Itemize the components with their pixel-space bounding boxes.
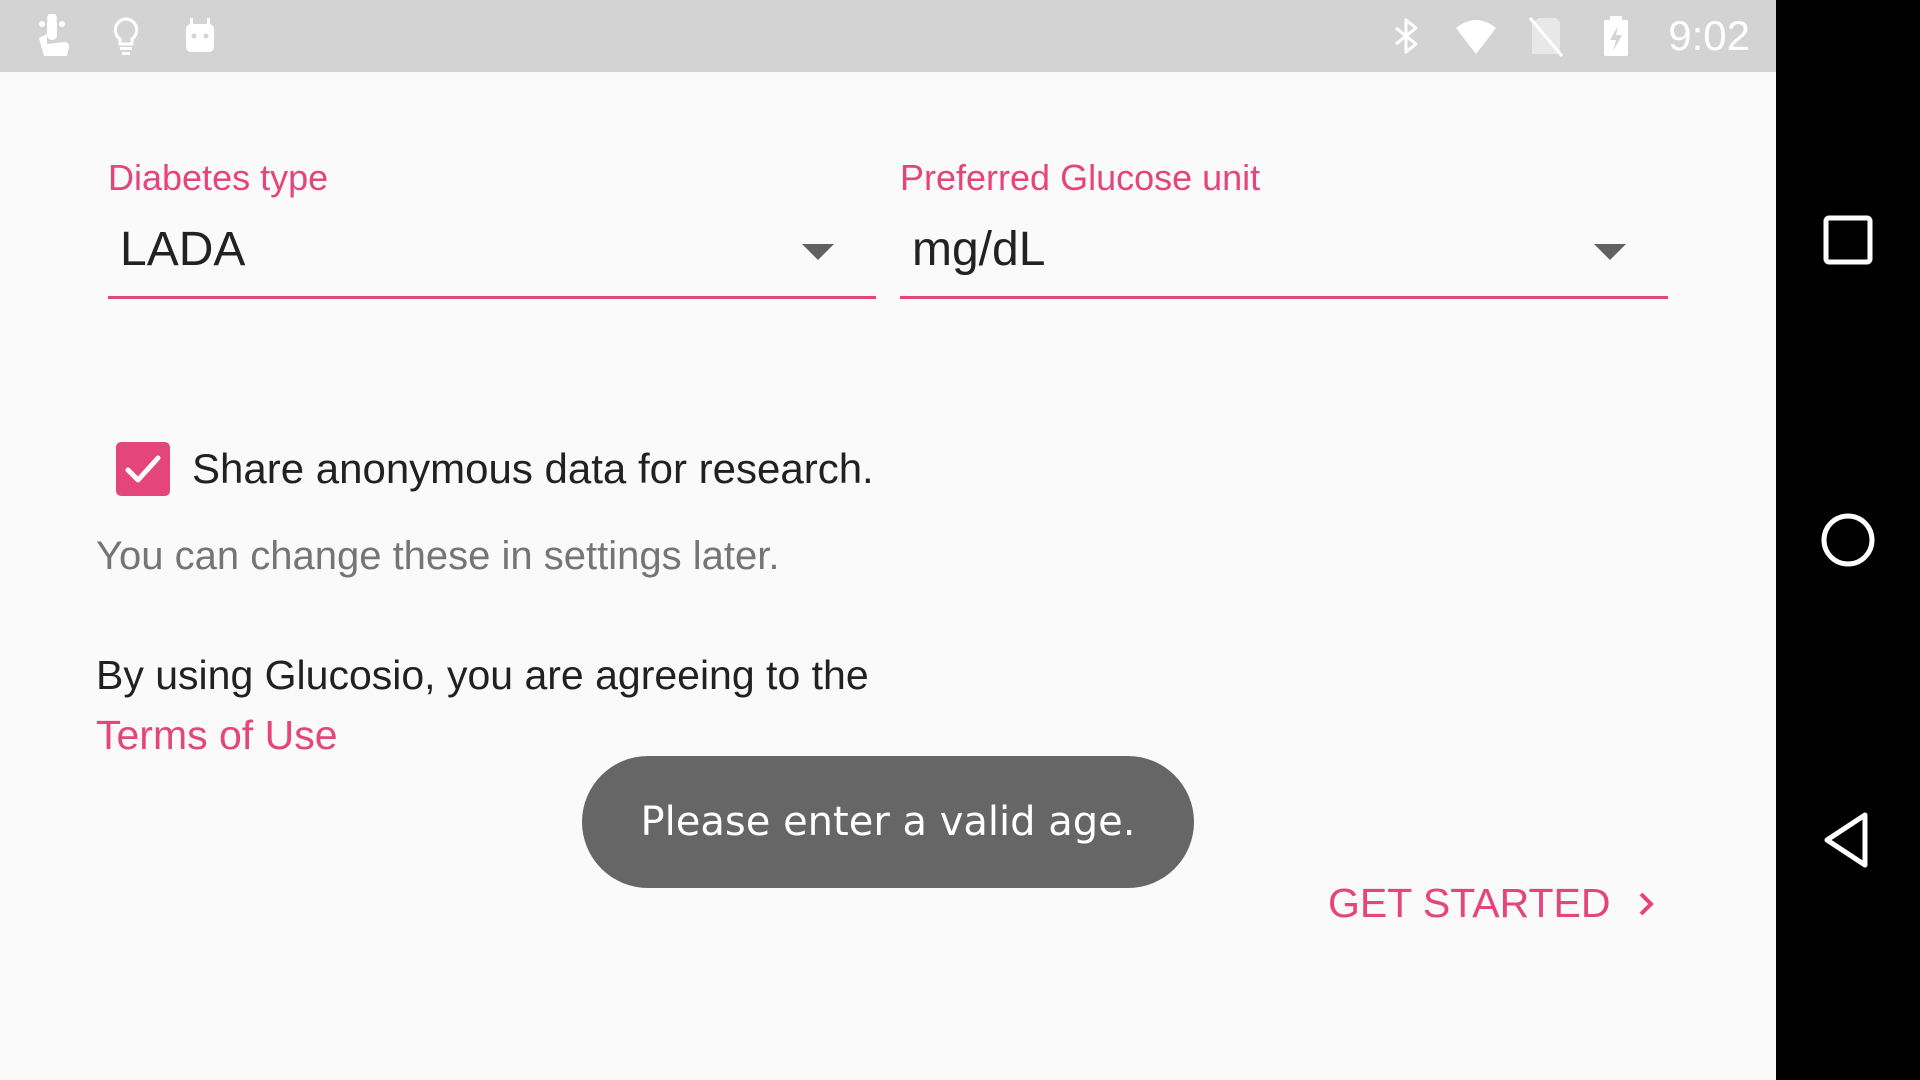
recents-icon bbox=[1823, 215, 1873, 265]
terms-of-use-link[interactable]: Terms of Use bbox=[96, 712, 338, 759]
diabetes-type-spinner[interactable]: LADA bbox=[108, 220, 876, 299]
navigation-bar bbox=[1776, 0, 1920, 1080]
get-started-button[interactable]: GET STARTED bbox=[1328, 880, 1661, 927]
share-data-row[interactable]: Share anonymous data for research. bbox=[116, 442, 874, 496]
touch-icon bbox=[30, 14, 74, 58]
share-data-checkbox[interactable] bbox=[116, 442, 170, 496]
glucose-unit-group: Preferred Glucose unit mg/dL bbox=[900, 154, 1668, 299]
back-icon bbox=[1824, 812, 1868, 868]
settings-hint: You can change these in settings later. bbox=[96, 534, 780, 578]
diabetes-type-group: Diabetes type LADA bbox=[108, 154, 876, 299]
glucose-unit-value: mg/dL bbox=[912, 223, 1046, 276]
checkmark-icon bbox=[125, 455, 161, 483]
toast-text: Please enter a valid age. bbox=[640, 799, 1136, 845]
app-screen: 9:02 Diabetes type LADA Preferred Glucos… bbox=[0, 0, 1920, 1080]
glucose-unit-spinner[interactable]: mg/dL bbox=[900, 220, 1668, 299]
toast-message: Please enter a valid age. bbox=[582, 756, 1194, 888]
home-icon bbox=[1821, 513, 1875, 567]
recents-button[interactable] bbox=[1813, 205, 1883, 275]
get-started-label: GET STARTED bbox=[1328, 880, 1611, 926]
back-button[interactable] bbox=[1813, 805, 1883, 875]
chevron-right-icon bbox=[1631, 889, 1661, 919]
home-button[interactable] bbox=[1813, 505, 1883, 575]
wifi-icon bbox=[1454, 14, 1498, 58]
share-data-label: Share anonymous data for research. bbox=[192, 445, 874, 492]
diabetes-type-label: Diabetes type bbox=[108, 157, 329, 198]
battery-charging-icon bbox=[1594, 14, 1638, 58]
dropdown-arrow-icon bbox=[802, 244, 834, 260]
glucose-unit-label: Preferred Glucose unit bbox=[900, 157, 1261, 198]
status-left-icons bbox=[30, 0, 222, 72]
android-icon bbox=[178, 14, 222, 58]
status-clock: 9:02 bbox=[1668, 12, 1750, 59]
bluetooth-icon bbox=[1384, 14, 1428, 58]
onboarding-content: Diabetes type LADA Preferred Glucose uni… bbox=[0, 72, 1776, 1080]
dropdown-arrow-icon bbox=[1594, 244, 1626, 260]
no-sim-icon bbox=[1524, 14, 1568, 58]
lightbulb-icon bbox=[104, 14, 148, 58]
agreement-text: By using Glucosio, you are agreeing to t… bbox=[96, 652, 869, 698]
status-right-icons: 9:02 bbox=[1384, 0, 1750, 72]
diabetes-type-value: LADA bbox=[120, 223, 246, 276]
status-bar: 9:02 bbox=[0, 0, 1776, 72]
